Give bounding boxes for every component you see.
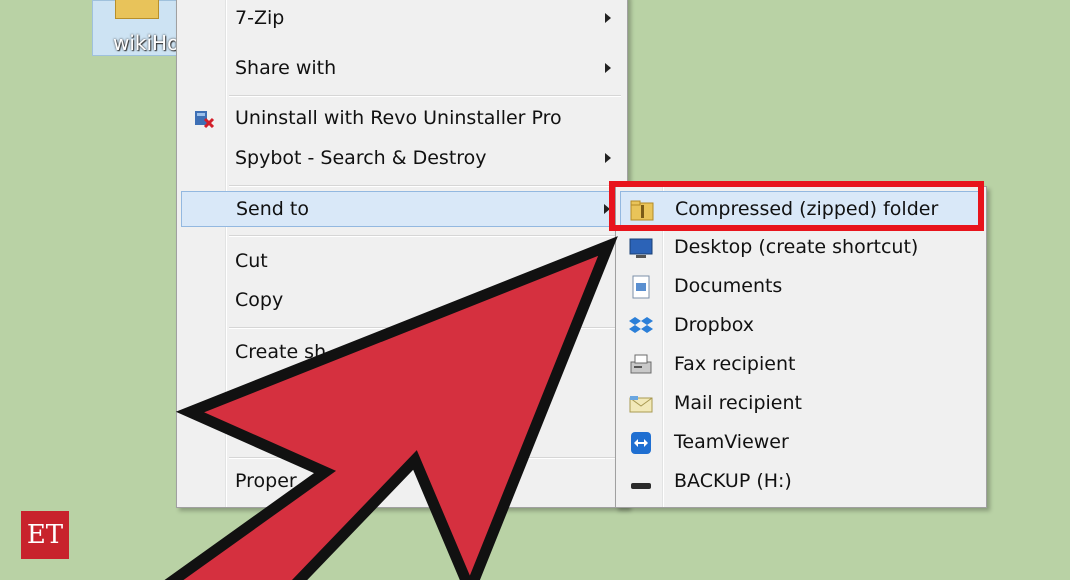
- pointer-arrow-annotation: [164, 236, 618, 580]
- et-logo: ET: [21, 511, 69, 559]
